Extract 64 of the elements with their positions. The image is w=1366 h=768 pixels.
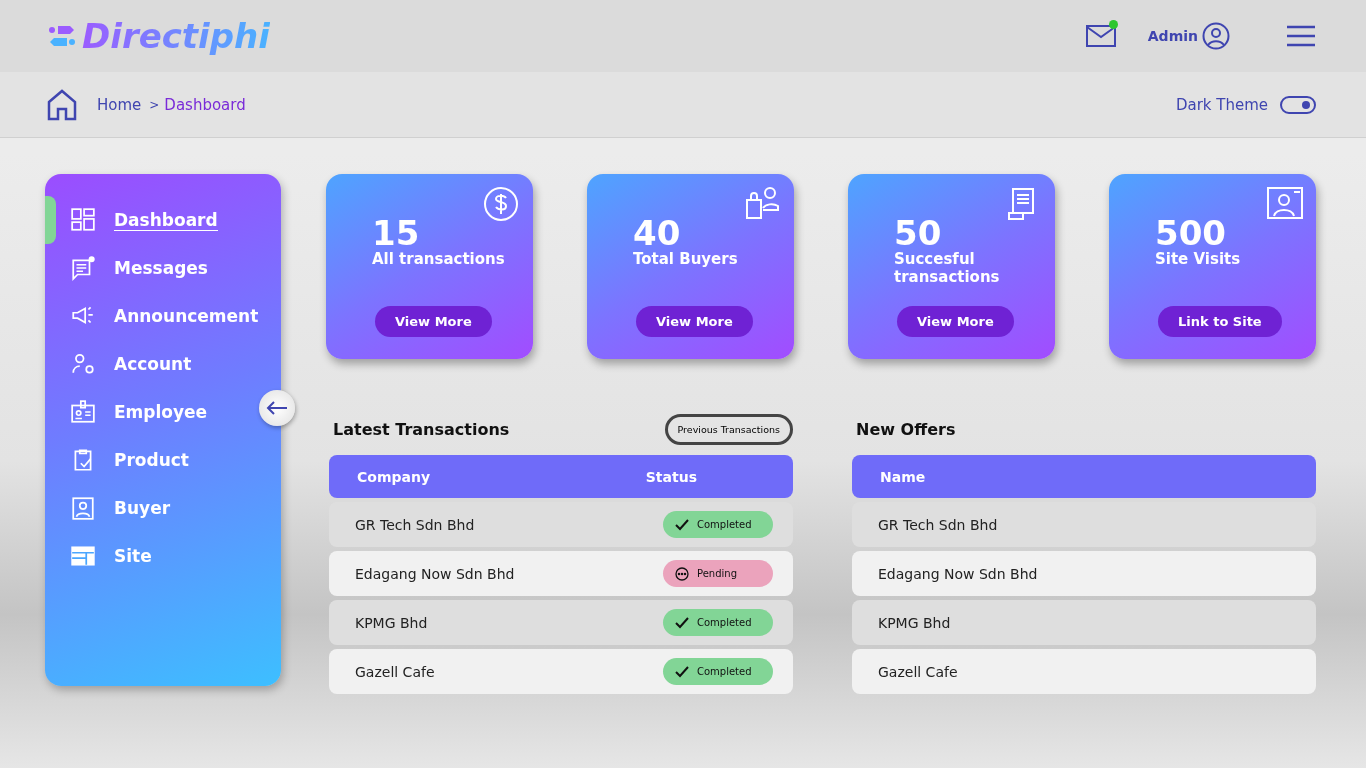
check-icon xyxy=(675,518,689,531)
column-header: Name xyxy=(880,468,926,485)
status-badge: Completed xyxy=(663,609,773,636)
menu-icon[interactable] xyxy=(1286,25,1316,47)
logo-icon xyxy=(48,23,76,49)
sidebar-item[interactable]: Account xyxy=(45,340,198,388)
view-more-button[interactable]: View More xyxy=(375,306,492,337)
stat-value: 15 xyxy=(372,216,420,250)
sidebar-item-icon xyxy=(70,351,96,377)
table-cell: KPMG Bhd xyxy=(355,614,428,631)
sidebar-item-icon xyxy=(70,495,96,521)
check-icon xyxy=(675,616,689,629)
selected-indicator xyxy=(45,196,56,244)
sidebar-item[interactable]: Product xyxy=(45,436,195,484)
stat-card-icon xyxy=(744,186,782,222)
view-more-button[interactable]: View More xyxy=(897,306,1014,337)
table-cell: Edagang Now Sdn Bhd xyxy=(878,565,1038,582)
table-cell: GR Tech Sdn Bhd xyxy=(878,516,998,533)
stat-label: All transactions xyxy=(372,250,506,268)
previous-transactions-button[interactable]: Previous Transactions xyxy=(664,413,793,445)
user-name[interactable]: Admin xyxy=(1147,28,1198,44)
view-more-button[interactable]: Link to Site xyxy=(1158,306,1282,337)
column-header: Company xyxy=(357,468,431,485)
sidebar-item-icon xyxy=(70,543,96,569)
theme-toggle[interactable] xyxy=(1280,95,1316,114)
column-header: Status xyxy=(645,468,697,485)
table-cell: KPMG Bhd xyxy=(878,614,951,631)
view-more-button[interactable]: View More xyxy=(636,306,753,337)
stat-value: 40 xyxy=(633,216,681,250)
arrow-left-icon xyxy=(266,401,288,415)
more-icon xyxy=(675,566,689,581)
table-cell: Gazell Cafe xyxy=(355,663,435,680)
breadcrumb-link[interactable]: Dashboard xyxy=(164,95,246,114)
table-cell: Gazell Cafe xyxy=(878,663,958,680)
status-badge: Pending xyxy=(663,560,773,587)
section-title: New Offers xyxy=(855,419,956,439)
stat-card-icon xyxy=(483,186,521,222)
stat-card-icon xyxy=(1266,186,1304,222)
sidebar-item[interactable]: Employee xyxy=(45,388,214,436)
collapse-button[interactable] xyxy=(259,390,295,426)
breadcrumb-separator: > xyxy=(149,97,160,112)
check-icon xyxy=(675,665,689,678)
stat-label: Succesful transactions xyxy=(894,250,1001,286)
user-avatar-icon[interactable] xyxy=(1202,22,1230,50)
sidebar-item-icon xyxy=(70,255,96,281)
sidebar-item[interactable]: Buyer xyxy=(45,484,177,532)
stat-value: 500 xyxy=(1155,216,1226,250)
stat-label: Site Visits xyxy=(1155,250,1242,268)
sidebar-item-icon xyxy=(70,207,96,233)
dark-theme-label: Dark Theme xyxy=(1175,95,1268,114)
status-badge: Completed xyxy=(663,658,773,685)
status-badge: Completed xyxy=(663,511,773,538)
sidebar-item[interactable]: Messages xyxy=(45,244,214,292)
home-icon[interactable] xyxy=(47,88,77,121)
sidebar-item-icon xyxy=(70,399,96,425)
sidebar-item[interactable]: Site xyxy=(45,532,158,580)
sidebar-item[interactable]: Dashboard xyxy=(45,196,224,244)
table-cell: Edagang Now Sdn Bhd xyxy=(355,565,515,582)
table-cell: GR Tech Sdn Bhd xyxy=(355,516,475,533)
breadcrumb-link[interactable]: Home xyxy=(97,95,142,114)
stat-value: 50 xyxy=(894,216,942,250)
stat-label: Total Buyers xyxy=(633,250,739,268)
section-title: Latest Transactions xyxy=(332,419,510,439)
sidebar-item[interactable]: Announcement xyxy=(45,292,265,340)
